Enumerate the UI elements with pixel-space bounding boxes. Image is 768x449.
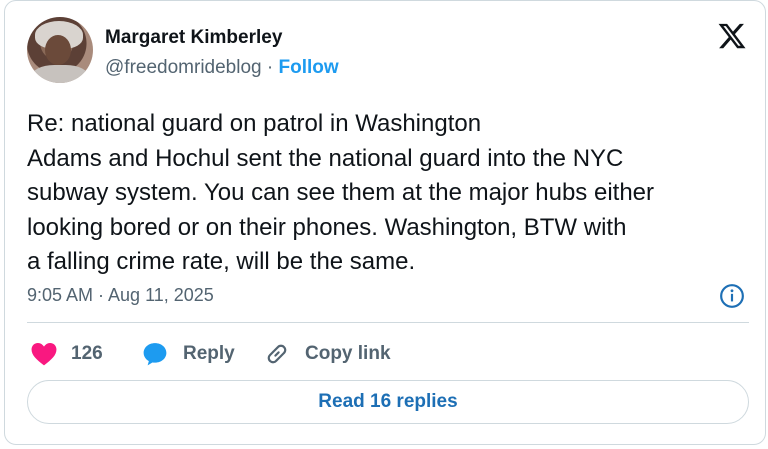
separator-dot: ·: [266, 57, 274, 78]
tweet-header: Margaret Kimberley @freedomrideblog · Fo…: [27, 17, 747, 87]
tweet-line: looking bored or on their phones. Washin…: [27, 213, 627, 241]
tweet-line: Adams and Hochul sent the national guard…: [27, 144, 624, 172]
read-replies-label: Read 16 replies: [318, 391, 458, 412]
tweet-line: subway system. You can see them at the m…: [27, 179, 655, 206]
link-icon: [267, 344, 287, 364]
author-handle[interactable]: @freedomrideblog: [105, 57, 262, 78]
speech-bubble-icon: [143, 343, 167, 366]
x-logo-icon[interactable]: [717, 21, 747, 51]
action-bar: 126 Reply Copy link: [27, 337, 749, 371]
tweet-line: a falling crime rate, will be the same.: [27, 248, 416, 275]
like-button[interactable]: 126: [31, 337, 103, 371]
tweet-line: Re: national guard on patrol in Washingt…: [27, 110, 482, 137]
read-replies-button[interactable]: Read 16 replies: [27, 380, 749, 424]
reply-label: Reply: [183, 343, 235, 364]
follow-button[interactable]: Follow: [278, 57, 338, 78]
tweet-timestamp[interactable]: 9:05 AM · Aug 11, 2025: [27, 285, 214, 306]
heart-icon: [31, 342, 57, 366]
divider: [27, 322, 749, 323]
copy-link-button[interactable]: Copy link: [263, 337, 391, 371]
avatar[interactable]: [27, 17, 93, 83]
author-name[interactable]: Margaret Kimberley: [105, 27, 282, 49]
like-count: 126: [71, 343, 103, 364]
tweet-card: Margaret Kimberley @freedomrideblog · Fo…: [4, 0, 766, 445]
tweet-text: Re: national guard on patrol in Washingt…: [27, 107, 753, 280]
info-icon[interactable]: [719, 283, 745, 309]
reply-button[interactable]: Reply: [141, 337, 235, 371]
copy-link-label: Copy link: [305, 343, 391, 364]
handle-row: @freedomrideblog · Follow: [105, 57, 339, 79]
